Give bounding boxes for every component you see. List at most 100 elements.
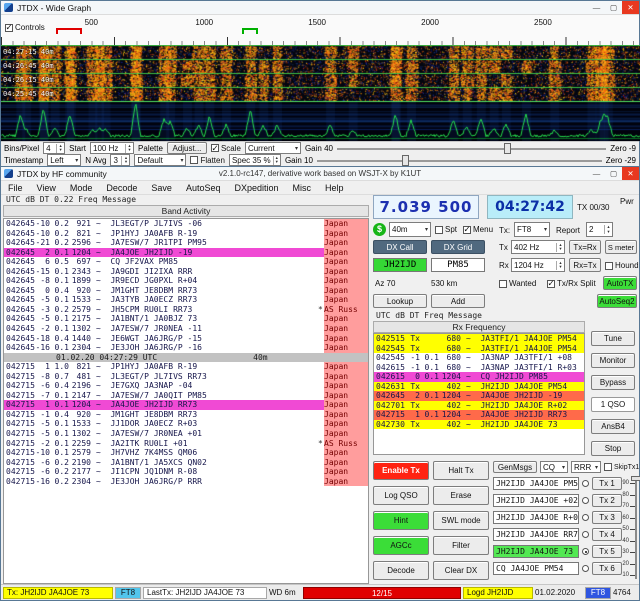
start-spinner[interactable]: 100 Hz▴▾ — [90, 142, 134, 154]
wanted-checkbox[interactable]: Wanted — [499, 279, 536, 288]
spec-spinner[interactable]: Spec 35 %▴▾ — [229, 154, 281, 166]
decode-row[interactable]: 042545-10.1680~ JA3NAP JA3TFI/1 +08 — [374, 353, 584, 363]
decode-row[interactable]: 042715-80.7481~ JL3EGT/P JL7IVS RR73Japa… — [4, 372, 368, 382]
menu-mode[interactable]: Mode — [63, 183, 100, 193]
hint-button[interactable]: Hint — [373, 511, 429, 530]
decode-row[interactable]: 042645-80.11899~ JR9ECD JG0PXL R+04Japan — [4, 276, 368, 286]
tx-mode-select[interactable]: FT8▾ — [514, 222, 550, 237]
tx-button-4[interactable]: Tx 4 — [592, 528, 622, 541]
hound-checkbox[interactable]: Hound — [605, 261, 639, 270]
tx-message-field[interactable]: JH2IJD JA4JOE R+02 — [493, 511, 579, 524]
decode-row[interactable]: 042730Tx402~ JH2IJD JA4JOE 73 — [374, 420, 584, 430]
tx-button-6[interactable]: Tx 6 — [592, 562, 622, 575]
rx-freq-spinner[interactable]: 1204 Hz▴▾ — [511, 258, 565, 272]
menu-view[interactable]: View — [30, 183, 63, 193]
side-button-ansb4[interactable]: AnsB4 — [591, 419, 635, 434]
tx-radio[interactable] — [582, 531, 589, 538]
decode-row[interactable]: 042645-30.22579~ JH5CPM RU0LI RR73*AS Ru… — [4, 305, 368, 315]
minimize-icon[interactable]: — — [588, 1, 605, 14]
decode-row[interactable]: 042645-150.12343~ JA9GDI JI2IXA RRRJapan — [4, 267, 368, 277]
flatten-checkbox[interactable]: Flatten — [190, 156, 224, 165]
decode-row[interactable]: 042645-50.11533~ JA3TYB JA0ECZ RR73Japan — [4, 295, 368, 305]
navg-spinner[interactable]: 3▴▾ — [110, 154, 130, 166]
gain2-slider[interactable] — [317, 155, 602, 166]
decode-row[interactable]: 042715-60.42196~ JE7GXQ JA3NAP -04Japan — [4, 381, 368, 391]
side-button-bypass[interactable]: Bypass — [591, 375, 635, 390]
erase-button[interactable]: Erase — [433, 486, 489, 505]
tx-button-5[interactable]: Tx 5 — [592, 545, 622, 558]
decode-row[interactable]: 042645-20.11302~ JA7ESW/7 JR0NEA -11Japa… — [4, 324, 368, 334]
maximize-icon[interactable]: ▢ — [605, 1, 622, 14]
adjust-button[interactable]: Adjust... — [167, 142, 207, 154]
bins-pixel-spinner[interactable]: 4▴▾ — [43, 142, 65, 154]
tx-button-2[interactable]: Tx 2 — [592, 494, 622, 507]
controls-checkbox[interactable]: Controls — [5, 23, 48, 32]
rx-frequency-list[interactable]: 042515Tx680~ JA3TFI/1 JA4JOE PM54042545T… — [373, 333, 585, 455]
slider-handle[interactable] — [504, 143, 511, 154]
tx-radio[interactable] — [582, 497, 589, 504]
decode-row[interactable]: 042645-180.41440~ JE6WGT JA6JRG/P -15Jap… — [4, 334, 368, 344]
timestamp-select[interactable]: Left▾ — [47, 154, 81, 166]
decode-row[interactable]: 042715-160.22304~ JE3JOH JA6JRG/P RRRJap… — [4, 477, 368, 487]
log-button[interactable]: Log QSO — [373, 486, 429, 505]
decode-row[interactable]: 04271510.11204~ JA4JOE JH2IJD RR73Japan — [4, 400, 368, 410]
dx-call-value[interactable]: JH2IJD — [373, 258, 427, 272]
cleardx-button[interactable]: Clear DX — [433, 561, 489, 580]
menu-autoseq[interactable]: AutoSeq — [179, 183, 228, 193]
split-checkbox[interactable]: Tx/Rx Split — [547, 279, 596, 288]
decode-row[interactable]: 042701Tx402~ JH2IJD JA4JOE R+02 — [374, 401, 584, 411]
decode-row[interactable]: 042515Tx680~ JA3TFI/1 JA4JOE PM54 — [374, 334, 584, 344]
decode-row[interactable]: 042645-100.2821~ JP1HYJ JA0AFB R-19Japan — [4, 229, 368, 239]
decode-row[interactable]: 04264500.4920~ JM1GHT JE8DBM RR73Japan — [4, 286, 368, 296]
decode-row[interactable]: 042615-10.1680~ JA3NAP JA3TFI/1 R+03 — [374, 363, 584, 373]
filter-button[interactable]: Filter — [433, 536, 489, 555]
dx-grid-value[interactable]: PM85 — [431, 258, 485, 272]
maximize-icon[interactable]: ▢ — [605, 167, 622, 180]
spt-checkbox[interactable]: Spt — [435, 225, 457, 234]
side-button-tune[interactable]: Tune — [591, 331, 635, 346]
menu-file[interactable]: File — [1, 183, 30, 193]
swl-button[interactable]: SWL mode — [433, 511, 489, 530]
spot-button[interactable]: $ — [373, 223, 386, 236]
wide-graph-titlebar[interactable]: JTDX - Wide Graph — ▢ ✕ — [1, 1, 639, 15]
rx-frequency-marker[interactable] — [242, 28, 258, 34]
side-button-monitor[interactable]: Monitor — [591, 353, 635, 368]
gain1-slider[interactable] — [337, 143, 606, 154]
palette-select[interactable]: Default▾ — [134, 154, 186, 166]
tx-eq-rx-button[interactable]: Tx=Rx — [569, 240, 601, 254]
decode-row[interactable]: 042715-60.22177~ JI1CPN JQ1DNM R-08Japan — [4, 467, 368, 477]
band-select[interactable]: 40m▾ — [389, 222, 431, 237]
decode-row[interactable]: 042715-60.22190~ JA1BNT/1 JA5XCS QN02Jap… — [4, 458, 368, 468]
tx-radio[interactable] — [582, 565, 589, 572]
decode-row[interactable]: 042645-210.22596~ JA7ESW/7 JR1TPI PM95Ja… — [4, 238, 368, 248]
band-activity-list[interactable]: 042645-100.2921~ JL3EGT/P JL7IVS -06Japa… — [3, 218, 369, 584]
tx-radio[interactable] — [582, 514, 589, 521]
slider-handle[interactable] — [631, 476, 640, 481]
decode-row[interactable]: 042631Tx402~ JH2IJD JA4JOE PM54 — [374, 382, 584, 392]
decode-row[interactable]: 042645-50.12175~ JA1BNT/1 JA0BJZ 73Japan — [4, 314, 368, 324]
main-titlebar[interactable]: JTDX by HF community v2.1.0-rc147, deriv… — [1, 167, 639, 181]
decode-row[interactable]: 042715-100.12579~ JH7VHZ 7K4MSS QM06Japa… — [4, 448, 368, 458]
decode-row[interactable]: 042715-50.11533~ JJ1DOR JA0ECZ R+03Japan — [4, 419, 368, 429]
report-spinner[interactable]: 2▴▾ — [586, 222, 613, 237]
decode-row[interactable]: 042715-50.11302~ JA7ESW/7 JR0NEA +01Japa… — [4, 429, 368, 439]
autoseq-button[interactable]: AutoSeq2 — [597, 294, 637, 308]
decode-row[interactable]: 04264520.11204~ JA4JOE JH2IJD -19Japan — [4, 248, 368, 258]
lookup-button[interactable]: Lookup — [373, 294, 427, 308]
period-separator[interactable]: 01.02.20 04:27:29 UTC40m — [4, 353, 368, 363]
scale-checkbox[interactable]: Scale — [211, 144, 241, 153]
menu-help[interactable]: Help — [318, 183, 351, 193]
agc-button[interactable]: AGCc — [373, 536, 429, 555]
decode-row[interactable]: 04271510.11204~ JA4JOE JH2IJD RR73 — [374, 410, 584, 420]
slider-handle[interactable] — [402, 155, 409, 166]
tx-message-field[interactable]: JH2IJD JA4JOE PM54 — [493, 477, 579, 490]
decode-row[interactable]: 042715-70.12147~ JA7ESW/7 JA0QIT PM85Jap… — [4, 391, 368, 401]
rrr-select[interactable]: RRR▾ — [571, 461, 601, 473]
decode-row[interactable]: 04264560.5697~ CQ JF2VAX PM85Japan — [4, 257, 368, 267]
tx-message-field[interactable]: CQ JA4JOE PM54 — [493, 562, 579, 575]
menu-save[interactable]: Save — [144, 183, 179, 193]
autotx-button[interactable]: AutoTX — [603, 276, 637, 290]
tx-radio[interactable] — [582, 548, 589, 555]
add-button[interactable]: Add — [431, 294, 485, 308]
close-icon[interactable]: ✕ — [622, 1, 639, 14]
